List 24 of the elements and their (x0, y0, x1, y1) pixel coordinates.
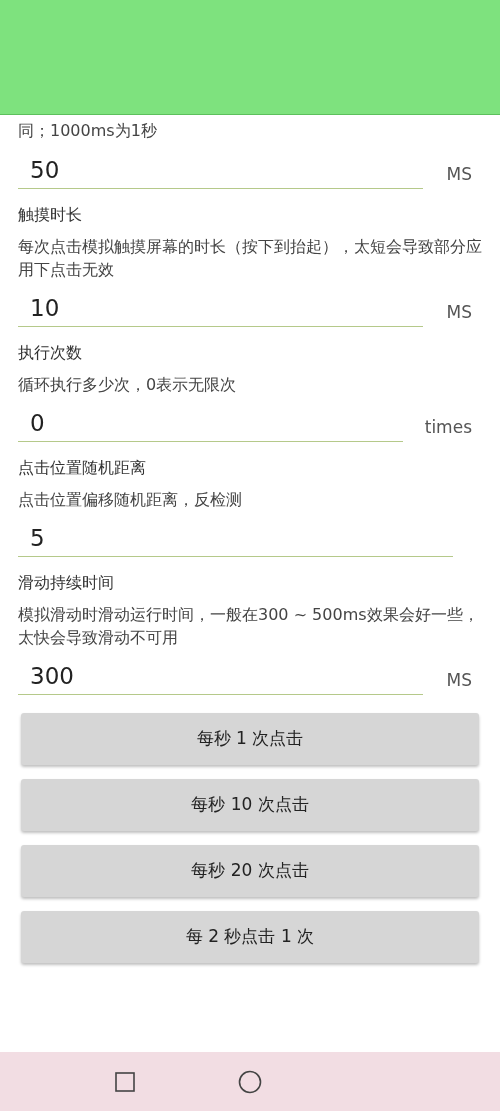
unit-label: times (424, 415, 472, 439)
setting-title: 执行次数 (18, 342, 83, 364)
unit-label: MS (446, 668, 472, 692)
action-button[interactable]: 每 2 秒点击 1 次 (21, 911, 479, 963)
description-text: 模拟滑动时滑动运行时间，一般在300 ~ 500ms效果会好一些，太快会导致滑动不可用 (18, 604, 480, 649)
action-button[interactable]: 每秒 20 次点击 (21, 845, 479, 897)
input-field[interactable]: 10 (18, 289, 423, 327)
input-field[interactable]: 5 (18, 519, 453, 557)
action-button[interactable]: 每秒 1 次点击 (21, 713, 479, 765)
action-button[interactable]: 每秒 10 次点击 (21, 779, 479, 831)
setting-title: 触摸时长 (18, 204, 83, 226)
setting-title: 滑动持续时间 (18, 572, 115, 594)
input-field[interactable]: 50 (18, 151, 423, 189)
unit-label: MS (446, 300, 472, 324)
unit-label: MS (446, 162, 472, 186)
recents-icon[interactable] (115, 1071, 135, 1092)
description-text: 每次点击模拟触摸屏幕的时长（按下到抬起），太短会导致部分应用下点击无效 (18, 236, 482, 281)
description-text: 同；1000ms为1秒 (18, 120, 158, 142)
input-field[interactable]: 0 (18, 404, 403, 442)
home-icon[interactable] (238, 1069, 262, 1094)
input-field[interactable]: 300 (18, 657, 423, 695)
setting-title: 点击位置随机距离 (18, 457, 147, 479)
description-text: 点击位置偏移随机距离，反检测 (18, 489, 243, 511)
description-text: 循环执行多少次，0表示无限次 (18, 374, 238, 396)
